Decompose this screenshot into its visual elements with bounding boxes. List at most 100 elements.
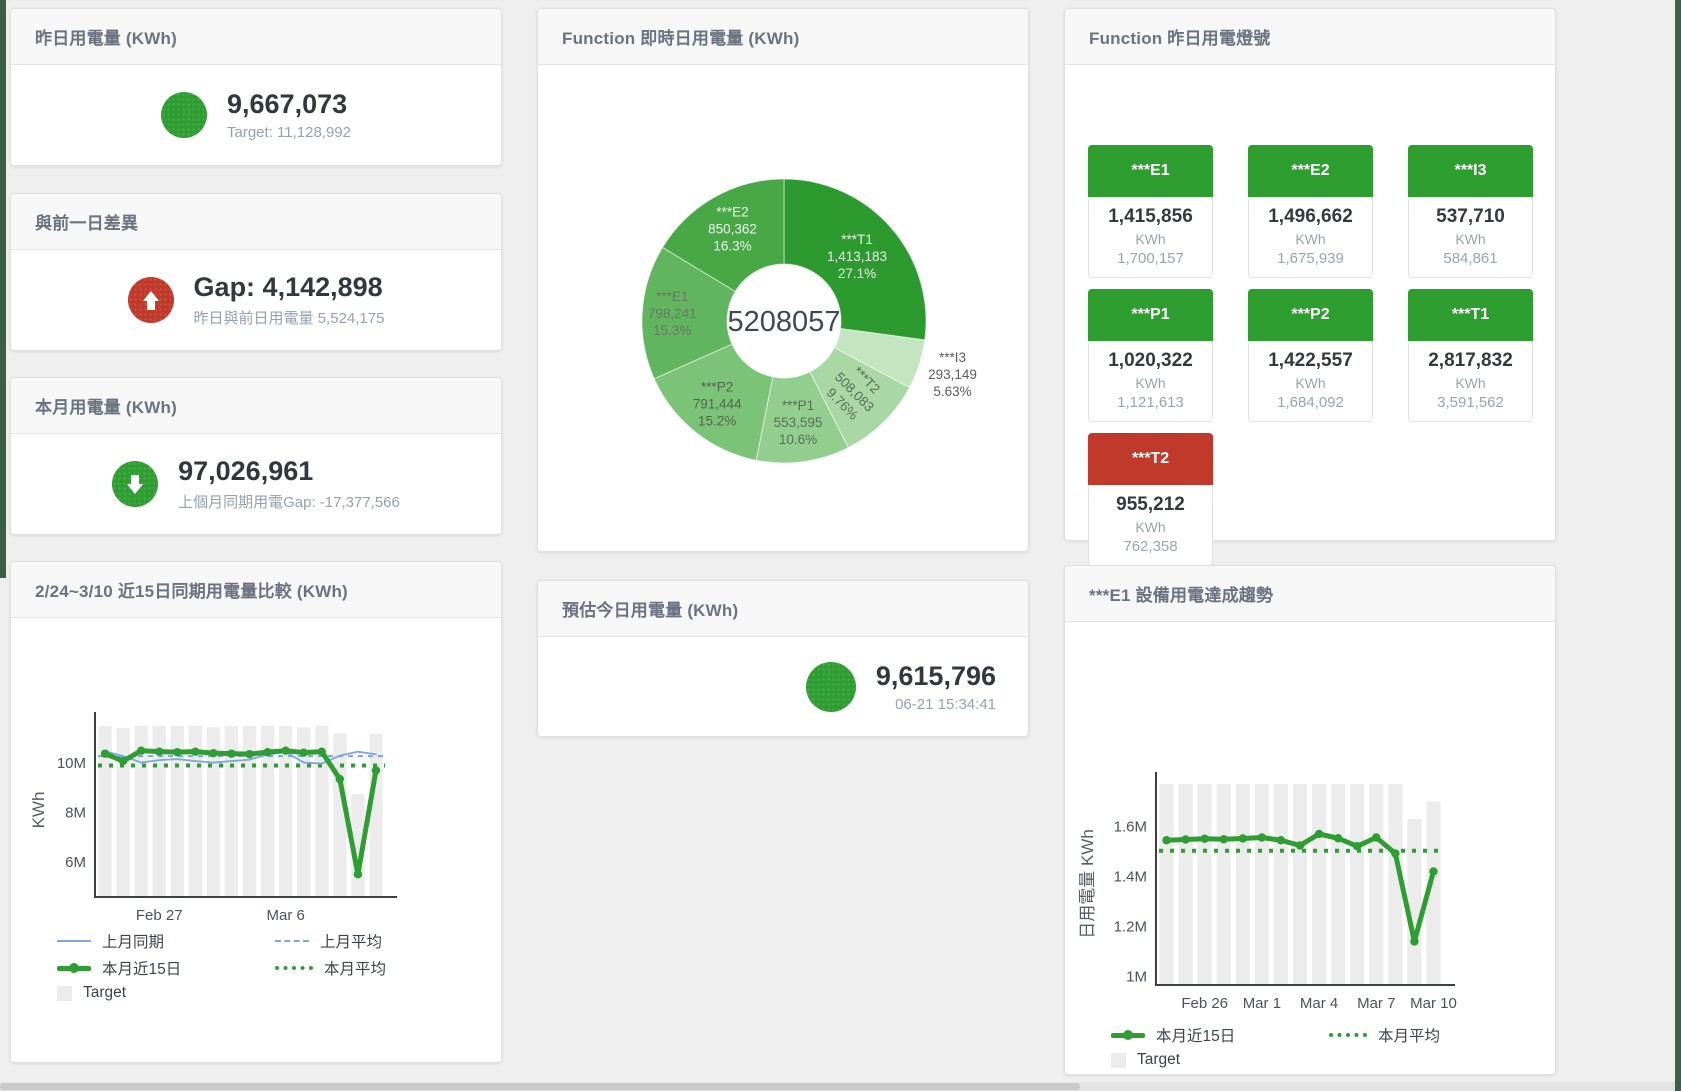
tile-target-value: 762,358: [1093, 538, 1208, 555]
legend-item-thick[interactable]: 本月近15日: [1111, 1024, 1329, 1046]
legend-swatch: [1111, 1053, 1126, 1068]
panel-yesterday-usage: 昨日用電量 (KWh) 9,667,073 Target: 11,128,992: [10, 8, 502, 166]
svg-text:1.6M: 1.6M: [1114, 819, 1147, 836]
tile-target-value: 584,861: [1413, 250, 1528, 267]
panel-title: 與前一日差異: [35, 209, 138, 234]
svg-text:Feb 27: Feb 27: [136, 907, 183, 920]
legend-item-line[interactable]: 上月同期: [57, 930, 275, 952]
tile-target-value: 1,675,939: [1253, 250, 1368, 267]
legend-swatch: [57, 940, 91, 942]
tile-body: 2,817,832KWh3,591,562: [1408, 341, 1533, 422]
day-gap-sub: 昨日與前日用電量 5,524,175: [194, 307, 385, 328]
legend-swatch: [1111, 1033, 1145, 1038]
legend-label: 本月近15日: [1156, 1024, 1235, 1046]
svg-text:Feb 26: Feb 26: [1181, 995, 1228, 1012]
e1-trend-line-chart: 1M1.2M1.4M1.6MFeb 26Mar 1Mar 4Mar 7Mar 1…: [1065, 622, 1557, 1014]
panel-title: 預估今日用電量 (KWh): [562, 596, 738, 621]
panel-header: 預估今日用電量 (KWh): [538, 581, 1028, 637]
horizontal-scrollbar[interactable]: [0, 1082, 1675, 1091]
realtime-usage-donut-chart: ***T11,413,18327.1%***I3293,1495.63%***T…: [538, 65, 1030, 553]
panel-yesterday-status-lights: Function 昨日用電燈號 ***E11,415,856KWh1,700,1…: [1064, 8, 1556, 541]
panel-title: 本月用電量 (KWh): [35, 393, 177, 418]
device-tile-T2: ***T2955,212KWh762,358: [1088, 433, 1213, 566]
svg-text:Mar 4: Mar 4: [1300, 995, 1338, 1012]
compare-line-chart: 6M8M10MFeb 27Mar 6KWh: [11, 618, 503, 920]
forecast-value: 9,615,796: [876, 661, 996, 692]
panel-title: 2/24~3/10 近15日同期用電量比較 (KWh): [35, 577, 348, 602]
panel-title: ***E1 設備用電達成趨勢: [1089, 581, 1273, 606]
device-tile-I3: ***I3537,710KWh584,861: [1408, 145, 1533, 278]
svg-text:Mar 7: Mar 7: [1357, 995, 1395, 1012]
tile-status-header: ***T2: [1088, 433, 1213, 485]
svg-text:10M: 10M: [57, 755, 86, 772]
panel-realtime-donut: Function 即時日用電量 (KWh) ***T11,413,18327.1…: [537, 8, 1029, 552]
legend-swatch: [275, 940, 309, 942]
tile-target-value: 1,700,157: [1093, 250, 1208, 267]
svg-text:Mar 1: Mar 1: [1243, 995, 1281, 1012]
legend-swatch: [1329, 1033, 1367, 1037]
legend-item-box[interactable]: Target: [1111, 1051, 1329, 1069]
tile-unit: KWh: [1413, 375, 1528, 391]
page-edge-left: [0, 0, 6, 578]
tile-unit: KWh: [1093, 375, 1208, 391]
svg-text:KWh: KWh: [29, 792, 48, 829]
svg-text:6M: 6M: [65, 854, 86, 871]
svg-text:1.4M: 1.4M: [1114, 869, 1147, 886]
panel-title: Function 昨日用電燈號: [1089, 24, 1270, 49]
svg-text:***I3293,1495.63%: ***I3293,1495.63%: [928, 350, 977, 399]
page-edge-right: [1675, 0, 1681, 1091]
month-usage-sub: 上個月同期用電Gap: -17,377,566: [178, 491, 400, 512]
svg-text:8M: 8M: [65, 804, 86, 821]
device-tile-T1: ***T12,817,832KWh3,591,562: [1408, 289, 1533, 422]
panel-header: 本月用電量 (KWh): [11, 378, 501, 434]
device-tile-E2: ***E21,496,662KWh1,675,939: [1248, 145, 1373, 278]
tile-value: 1,496,662: [1253, 206, 1368, 228]
tile-unit: KWh: [1093, 231, 1208, 247]
svg-text:1M: 1M: [1126, 969, 1147, 986]
legend-label: 本月近15日: [102, 957, 181, 979]
tile-unit: KWh: [1253, 231, 1368, 247]
tile-body: 1,020,322KWh1,121,613: [1088, 341, 1213, 422]
tile-status-header: ***P2: [1248, 289, 1373, 341]
legend-swatch: [275, 966, 313, 970]
legend-label: 上月同期: [102, 930, 164, 952]
legend-item-dots[interactable]: 本月平均: [275, 957, 455, 979]
tile-status-header: ***P1: [1088, 289, 1213, 341]
legend-item-box[interactable]: Target: [57, 984, 275, 1002]
tile-value: 1,422,557: [1253, 350, 1368, 372]
panel-day-gap: 與前一日差異 Gap: 4,142,898 昨日與前日用電量 5,524,175: [10, 193, 502, 351]
tile-status-header: ***I3: [1408, 145, 1533, 197]
svg-text:日用電量 KWh: 日用電量 KWh: [1078, 829, 1097, 939]
device-tile-E1: ***E11,415,856KWh1,700,157: [1088, 145, 1213, 278]
tile-value: 1,020,322: [1093, 350, 1208, 372]
horizontal-scrollbar-thumb[interactable]: [0, 1083, 1080, 1090]
legend-label: Target: [83, 984, 126, 1002]
tile-body: 1,415,856KWh1,700,157: [1088, 197, 1213, 278]
forecast-timestamp: 06-21 15:34:41: [876, 696, 996, 713]
status-ok-icon: [806, 662, 856, 712]
legend-item-dots[interactable]: 本月平均: [1329, 1024, 1509, 1046]
panel-month-usage: 本月用電量 (KWh) 97,026,961 上個月同期用電Gap: -17,3…: [10, 377, 502, 535]
tile-body: 537,710KWh584,861: [1408, 197, 1533, 278]
panel-header: ***E1 設備用電達成趨勢: [1065, 566, 1555, 622]
svg-text:1.2M: 1.2M: [1114, 919, 1147, 936]
tile-unit: KWh: [1093, 519, 1208, 535]
panel-header: 與前一日差異: [11, 194, 501, 250]
tile-target-value: 1,684,092: [1253, 394, 1368, 411]
legend-swatch: [57, 966, 91, 971]
legend-item-dash[interactable]: 上月平均: [275, 930, 455, 952]
device-tile-P2: ***P21,422,557KWh1,684,092: [1248, 289, 1373, 422]
panel-title: Function 即時日用電量 (KWh): [562, 24, 799, 49]
legend-swatch: [57, 986, 72, 1001]
tile-status-header: ***T1: [1408, 289, 1533, 341]
legend-label: 本月平均: [324, 957, 386, 979]
panel-header: Function 昨日用電燈號: [1065, 9, 1555, 65]
legend-label: 上月平均: [320, 930, 382, 952]
status-ok-icon: [161, 92, 207, 138]
panel-header: 2/24~3/10 近15日同期用電量比較 (KWh): [11, 562, 501, 618]
arrow-up-icon: [128, 277, 174, 323]
day-gap-value: Gap: 4,142,898: [194, 272, 385, 303]
tile-body: 955,212KWh762,358: [1088, 485, 1213, 566]
tile-body: 1,496,662 KWh 1,675,939: [1248, 197, 1373, 278]
legend-item-thick[interactable]: 本月近15日: [57, 957, 275, 979]
